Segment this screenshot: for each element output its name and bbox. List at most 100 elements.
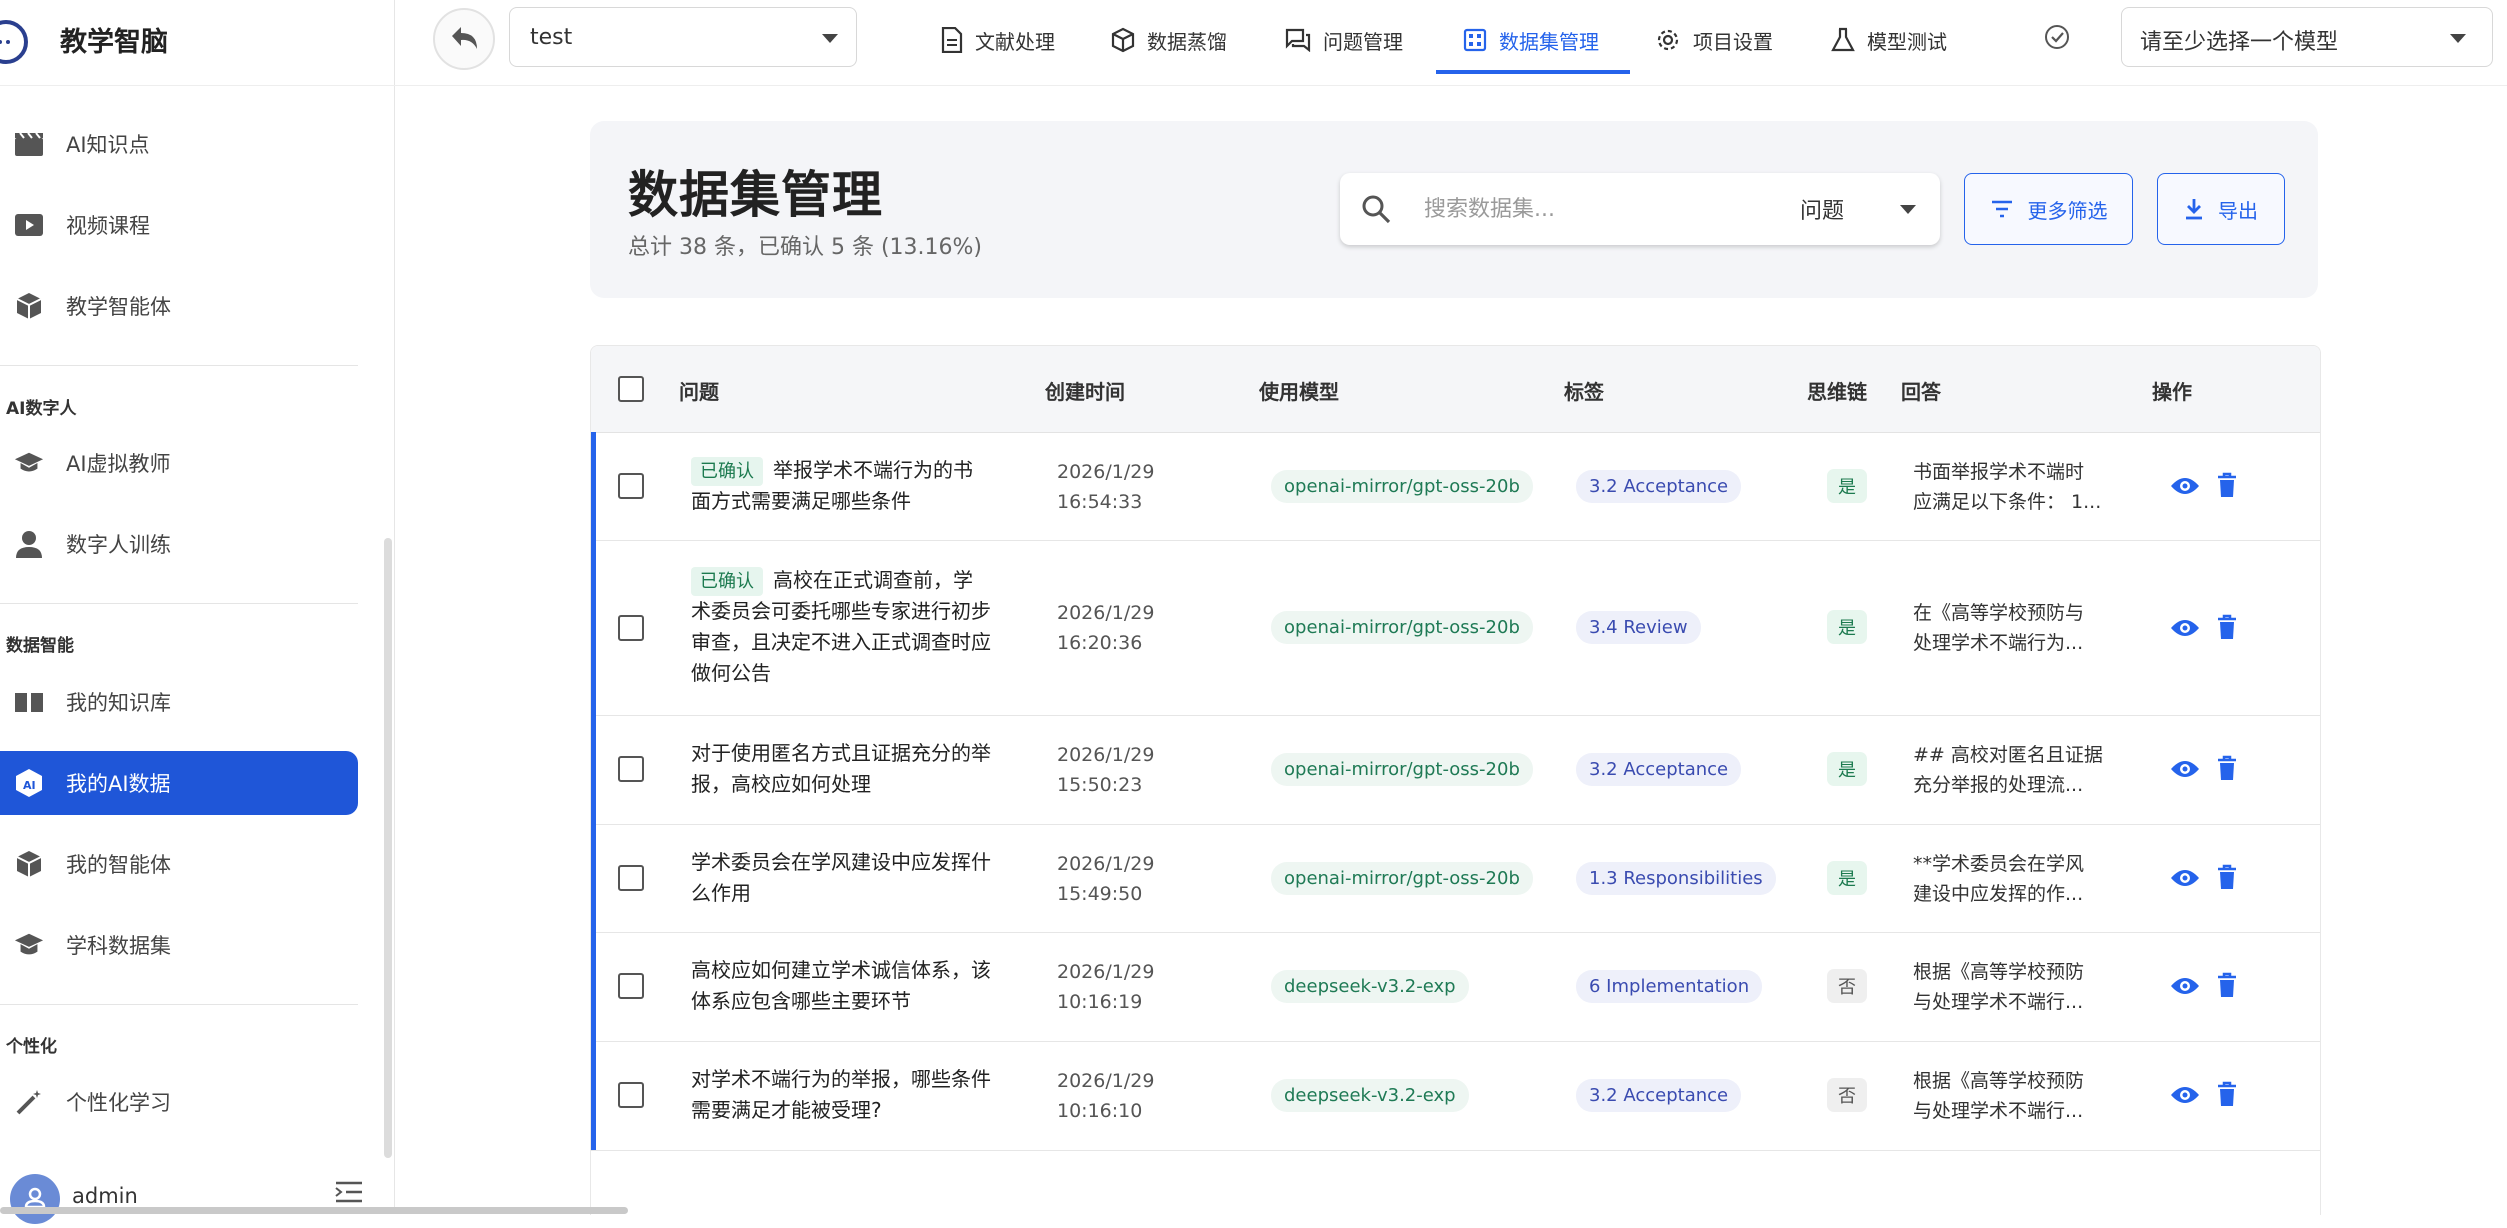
row-checkbox[interactable]	[618, 756, 644, 782]
search-input[interactable]	[1422, 191, 1756, 227]
check-circle-icon[interactable]	[2043, 23, 2071, 51]
sidebar-item-knowledge-base[interactable]: 我的知识库	[0, 670, 358, 734]
column-header-cot[interactable]: 思维链	[1807, 376, 1867, 405]
table-row[interactable]: 已确认 举报学术不端行为的书面方式需要满足哪些条件 2026/1/29 16:54…	[591, 432, 2320, 541]
cot-badge: 是	[1827, 752, 1867, 786]
trash-icon[interactable]	[2217, 614, 2237, 640]
tab-label: 数据蒸馏	[1147, 29, 1227, 54]
row-accent	[591, 932, 596, 1041]
project-select-value: test	[530, 25, 573, 50]
cube-outline-icon	[1111, 27, 1135, 53]
brand-logo-icon	[0, 20, 28, 64]
table-row[interactable]: 对学术不端行为的举报，哪些条件需要满足才能被受理? 2026/1/29 10:1…	[591, 1041, 2320, 1151]
export-button[interactable]: 导出	[2157, 173, 2285, 245]
row-checkbox[interactable]	[618, 865, 644, 891]
chevron-down-icon[interactable]	[1900, 205, 1916, 214]
trash-icon[interactable]	[2217, 972, 2237, 998]
trash-icon[interactable]	[2217, 864, 2237, 890]
row-checkbox[interactable]	[618, 973, 644, 999]
answer-line: ## 高校对匿名且证据	[1913, 744, 2103, 766]
row-checkbox[interactable]	[618, 1082, 644, 1108]
sidebar-item-avatar-training[interactable]: 数字人训练	[0, 512, 358, 576]
back-button[interactable]	[433, 8, 495, 70]
table-row[interactable]: 学术委员会在学风建设中应发挥什么作用 2026/1/29 15:49:50 op…	[591, 824, 2320, 933]
export-label: 导出	[2218, 198, 2258, 223]
tab-label: 项目设置	[1693, 29, 1773, 54]
tab-label: 数据集管理	[1499, 29, 1599, 54]
sidebar-item-video-course[interactable]: 视频课程	[0, 193, 358, 257]
sidebar-item-label: AI虚拟教师	[66, 452, 171, 476]
column-header-model[interactable]: 使用模型	[1259, 376, 1339, 405]
tab-questions[interactable]: 问题管理	[1285, 0, 1403, 80]
question-cell: 高校应如何建立学术诚信体系，该体系应包含哪些主要环节	[691, 955, 991, 1017]
column-header-tag[interactable]: 标签	[1564, 376, 1604, 405]
sidebar-divider	[0, 1004, 358, 1005]
sidebar-item-my-agent[interactable]: 我的智能体	[0, 832, 358, 896]
sidebar-item-label: 数字人训练	[66, 533, 171, 557]
eye-icon[interactable]	[2170, 1084, 2200, 1106]
sidebar-item-my-ai-data[interactable]: AI 我的AI数据	[0, 751, 358, 815]
section-title-data-intelligence: 数据智能	[6, 636, 74, 656]
trash-icon[interactable]	[2217, 472, 2237, 498]
row-checkbox[interactable]	[618, 615, 644, 641]
eye-icon[interactable]	[2170, 975, 2200, 997]
cot-badge: 是	[1827, 469, 1867, 503]
brand[interactable]: 教学智脑	[0, 0, 395, 86]
table-row[interactable]: 高校应如何建立学术诚信体系，该体系应包含哪些主要环节 2026/1/29 10:…	[591, 932, 2320, 1042]
horizontal-scrollbar[interactable]	[0, 1207, 628, 1214]
table-row[interactable]: 已确认 高校在正式调查前，学术委员会可委托哪些专家进行初步审查，且决定不进入正式调…	[591, 540, 2320, 716]
column-header-created[interactable]: 创建时间	[1045, 376, 1125, 405]
tab-model-test[interactable]: 模型测试	[1831, 0, 1947, 80]
eye-icon[interactable]	[2170, 867, 2200, 889]
cot-badge: 否	[1827, 1078, 1867, 1112]
flask-icon	[1831, 27, 1855, 53]
column-header-answer[interactable]: 回答	[1901, 376, 1941, 405]
avatar[interactable]	[10, 1174, 60, 1224]
sidebar-item-ai-virtual-teacher[interactable]: AI虚拟教师	[0, 431, 358, 495]
sidebar-item-label: 学科数据集	[66, 934, 171, 958]
eye-icon[interactable]	[2170, 617, 2200, 639]
chevron-down-icon	[2450, 34, 2466, 43]
question-cell: 已确认 高校在正式调查前，学术委员会可委托哪些专家进行初步审查，且决定不进入正式调…	[691, 565, 991, 689]
row-accent	[591, 432, 596, 540]
tab-label: 模型测试	[1867, 29, 1947, 54]
tab-literature[interactable]: 文献处理	[941, 0, 1055, 80]
table-row[interactable]: 对于使用匿名方式且证据充分的举报，高校应如何处理 2026/1/29 15:50…	[591, 715, 2320, 825]
sidebar-item-ai-knowledge[interactable]: AI知识点	[0, 112, 358, 176]
tab-distillation[interactable]: 数据蒸馏	[1111, 0, 1227, 80]
column-header-question[interactable]: 问题	[679, 376, 719, 405]
select-all-checkbox[interactable]	[618, 376, 644, 402]
created-time: 16:20:36	[1057, 632, 1143, 654]
video-play-icon	[14, 210, 44, 240]
tab-dataset-management[interactable]: 数据集管理	[1463, 0, 1599, 80]
sidebar-item-label: 我的智能体	[66, 853, 171, 877]
trash-icon[interactable]	[2217, 755, 2237, 781]
row-checkbox[interactable]	[618, 473, 644, 499]
model-chip: openai-mirror/gpt-oss-20b	[1271, 611, 1533, 644]
gear-icon	[1655, 27, 1681, 53]
answer-line: 建设中应发挥的作...	[1913, 883, 2084, 905]
collapse-menu-icon[interactable]	[334, 1180, 364, 1204]
created-time: 10:16:19	[1057, 991, 1143, 1013]
row-accent	[591, 824, 596, 932]
model-select-value: 请至少选择一个模型	[2140, 30, 2339, 55]
sidebar-divider	[0, 365, 358, 366]
model-chip: openai-mirror/gpt-oss-20b	[1271, 862, 1533, 895]
sidebar-item-teaching-agent[interactable]: 教学智能体	[0, 274, 358, 338]
sidebar-item-personalized-learning[interactable]: 个性化学习	[0, 1070, 358, 1134]
trash-icon[interactable]	[2217, 1081, 2237, 1107]
model-chip: deepseek-v3.2-exp	[1271, 970, 1469, 1003]
sidebar-item-subject-dataset[interactable]: 学科数据集	[0, 913, 358, 977]
tab-project-settings[interactable]: 项目设置	[1655, 0, 1773, 80]
ai-box-icon: AI	[14, 768, 44, 798]
created-date: 2026/1/29	[1057, 744, 1155, 766]
more-filters-button[interactable]: 更多筛选	[1964, 173, 2133, 245]
model-select[interactable]: 请至少选择一个模型	[2121, 7, 2493, 67]
section-title-personalization: 个性化	[6, 1037, 57, 1057]
tag-chip: 3.2 Acceptance	[1576, 1079, 1742, 1112]
search-field-select[interactable]: 问题	[1800, 193, 1844, 225]
sidebar-scrollbar[interactable]	[384, 538, 392, 1158]
eye-icon[interactable]	[2170, 475, 2200, 497]
eye-icon[interactable]	[2170, 758, 2200, 780]
project-select[interactable]: test	[509, 7, 857, 67]
